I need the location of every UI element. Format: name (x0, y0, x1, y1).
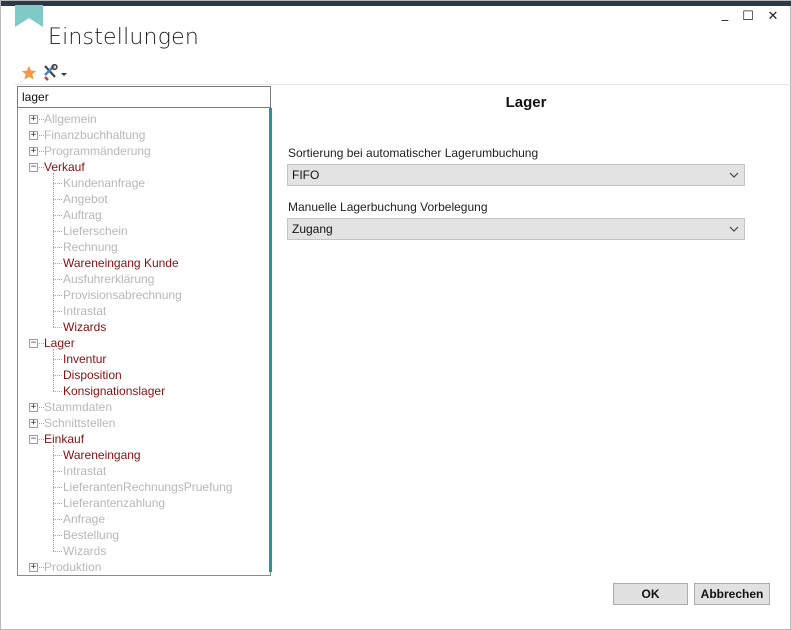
tree-connector (53, 445, 54, 551)
tree-category[interactable]: Programmänderung (44, 143, 151, 159)
tree-item[interactable]: Inventur (63, 351, 106, 367)
tree-scroll-accent (269, 108, 272, 572)
collapse-icon[interactable]: − (29, 163, 38, 172)
tree-category[interactable]: Allgemein (44, 111, 97, 127)
tree-item[interactable]: Lieferschein (63, 223, 128, 239)
tree-connector (53, 311, 62, 312)
tree-category[interactable]: Einkauf (44, 431, 84, 447)
chevron-down-icon (729, 172, 739, 178)
tree-connector (53, 519, 62, 520)
tree-item[interactable]: Wareneingang Kunde (63, 255, 179, 271)
minimize-icon[interactable]: _ (717, 7, 733, 22)
tree-connector (53, 503, 62, 504)
tree-item[interactable]: Intrastat (63, 463, 106, 479)
tree-connector (53, 183, 62, 184)
expand-icon[interactable]: + (29, 147, 38, 156)
expand-icon[interactable]: + (29, 403, 38, 412)
panel-title: Lager (505, 94, 547, 111)
tree-category[interactable]: Verkauf (44, 159, 85, 175)
tree-item[interactable]: Konsignationslager (63, 383, 165, 399)
tree-item[interactable]: LieferantenRechnungsPruefung (63, 479, 232, 495)
collapse-icon[interactable]: − (29, 339, 38, 348)
cancel-button[interactable]: Abbrechen (694, 583, 770, 605)
toolbar-separator (15, 84, 791, 85)
tree-item[interactable]: Lieferantenzahlung (63, 495, 165, 511)
tree-item[interactable]: Intrastat (63, 303, 106, 319)
tree-connector (53, 173, 54, 327)
tree-connector (53, 231, 62, 232)
tree-item[interactable]: Angebot (63, 191, 108, 207)
tree-item[interactable]: Ausfuhrerklärung (63, 271, 154, 287)
tree-connector (53, 551, 62, 552)
expand-icon[interactable]: + (29, 115, 38, 124)
sorting-select[interactable]: FIFO (287, 164, 745, 186)
window-title: Einstellungen (48, 25, 199, 50)
settings-tree[interactable]: + Allgemein + Finanzbuchhaltung + Programmänd… (17, 108, 271, 576)
tree-category[interactable]: Schnittstellen (44, 415, 115, 431)
maximize-icon[interactable]: ☐ (740, 9, 756, 24)
window-top-bar (1, 1, 791, 6)
expand-icon[interactable]: + (29, 419, 38, 428)
tree-connector (53, 349, 54, 391)
tree-item[interactable]: Kundenanfrage (63, 175, 145, 191)
tree-item[interactable]: Wareneingang (63, 447, 141, 463)
sorting-label: Sortierung bei automatischer Lagerumbuch… (288, 146, 539, 160)
chevron-down-icon (729, 226, 739, 232)
tree-item[interactable]: Anfrage (63, 511, 105, 527)
tree-item[interactable]: Rechnung (63, 239, 118, 255)
close-icon[interactable]: ✕ (765, 9, 781, 24)
tree-connector (53, 391, 62, 392)
tree-connector (53, 471, 62, 472)
tree-connector (53, 199, 62, 200)
manual-booking-label: Manuelle Lagerbuchung Vorbelegung (288, 200, 488, 214)
tree-connector (53, 487, 62, 488)
tree-item[interactable]: Wizards (63, 543, 106, 559)
tree-connector (53, 263, 62, 264)
tree-connector (53, 327, 62, 328)
tree-item[interactable]: Wizards (63, 319, 106, 335)
tree-connector (53, 455, 62, 456)
tree-item[interactable]: Bestellung (63, 527, 119, 543)
tree-category[interactable]: Lager (44, 335, 75, 351)
tools-icon[interactable] (42, 64, 68, 82)
manual-booking-select[interactable]: Zugang (287, 218, 745, 240)
tree-category[interactable]: Produktion (44, 559, 101, 575)
tree-connector (53, 359, 62, 360)
tree-connector (53, 375, 62, 376)
settings-window: _ ☐ ✕ Einstellungen lager + Allgemein + Fin… (0, 0, 791, 630)
expand-icon[interactable]: + (29, 563, 38, 572)
tree-item[interactable]: Auftrag (63, 207, 102, 223)
tree-connector (53, 535, 62, 536)
star-icon[interactable] (21, 65, 37, 81)
tree-item[interactable]: Disposition (63, 367, 122, 383)
tree-connector (53, 279, 62, 280)
tree-connector (53, 295, 62, 296)
tree-category[interactable]: Stammdaten (44, 399, 112, 415)
tree-item[interactable]: Provisionsabrechnung (63, 287, 182, 303)
collapse-icon[interactable]: − (29, 435, 38, 444)
search-input[interactable]: lager (17, 86, 271, 108)
bookmark-icon (15, 5, 43, 27)
manual-booking-select-value: Zugang (292, 222, 333, 236)
tree-category[interactable]: Finanzbuchhaltung (44, 127, 145, 143)
tree-connector (53, 215, 62, 216)
expand-icon[interactable]: + (29, 131, 38, 140)
tree-connector (53, 247, 62, 248)
sorting-select-value: FIFO (292, 168, 320, 182)
ok-button[interactable]: OK (613, 583, 688, 605)
